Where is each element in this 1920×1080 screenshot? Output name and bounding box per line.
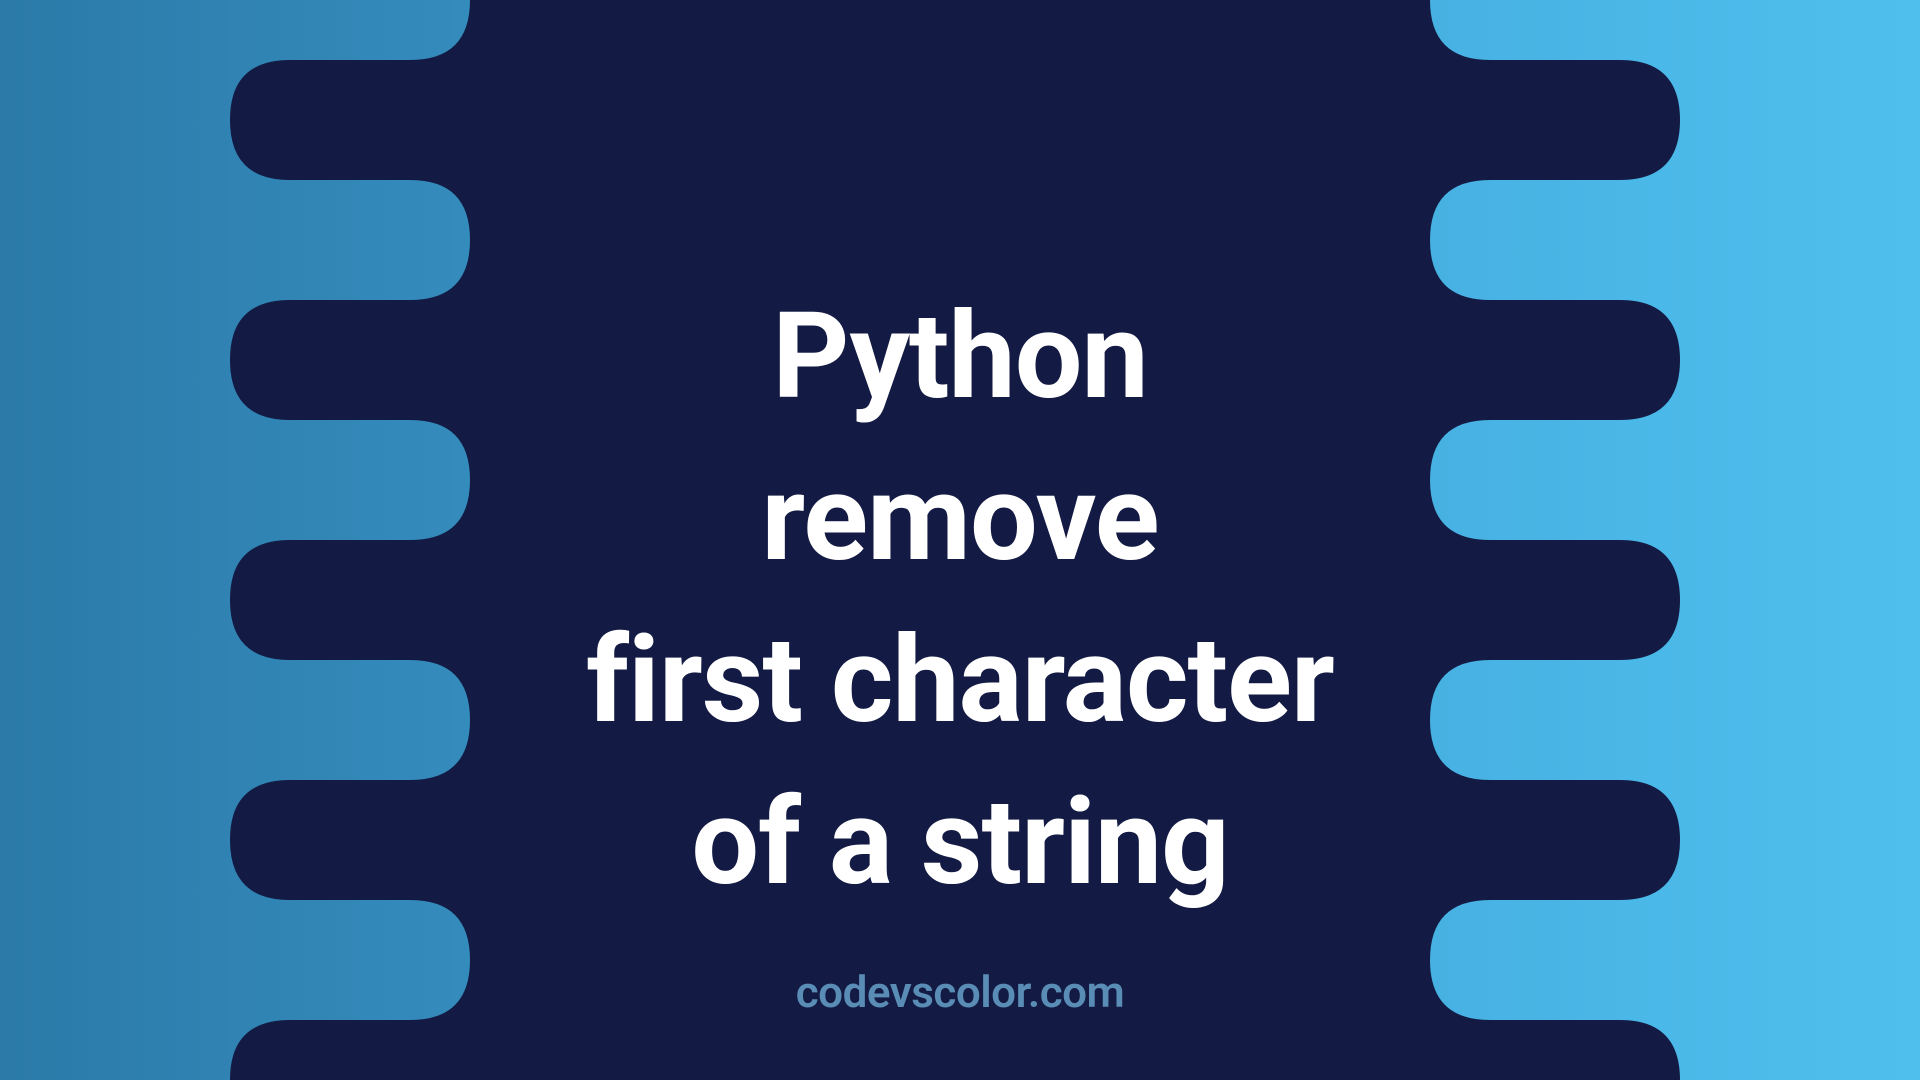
- content-area: Python remove first character of a strin…: [0, 0, 1920, 1080]
- title-line-2: remove: [586, 438, 1334, 600]
- title-line-3: first character: [586, 600, 1334, 762]
- title-line-4: of a string: [586, 762, 1334, 924]
- main-title: Python remove first character of a strin…: [586, 276, 1334, 924]
- site-credit: codevscolor.com: [0, 966, 1920, 1018]
- title-line-1: Python: [586, 276, 1334, 438]
